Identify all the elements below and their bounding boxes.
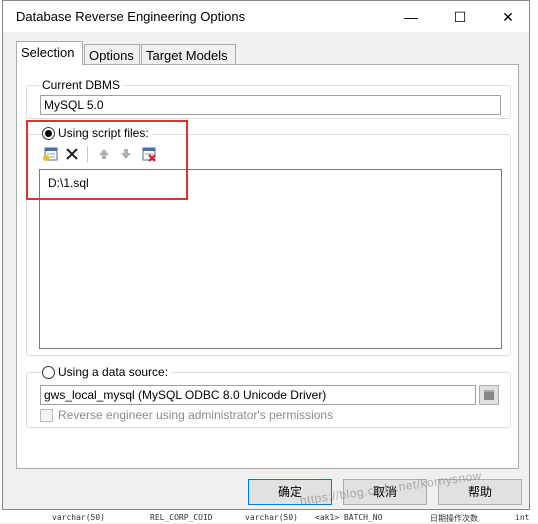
background-text: varchar(50) [245, 513, 298, 522]
data-source-field: gws_local_mysql (MySQL ODBC 8.0 Unicode … [40, 385, 476, 405]
background-text: REL_CORP_CUID [150, 513, 213, 522]
database-icon [484, 390, 494, 400]
title-bar: Database Reverse Engineering Options — ☐… [3, 1, 529, 32]
current-dbms-label: Current DBMS [39, 78, 124, 92]
background-text: 日期操作次数 [430, 514, 478, 523]
background-app-bottom: varchar(50) REL_CORP_CUID varchar(50) <a… [0, 510, 538, 523]
data-source-radio[interactable] [42, 366, 55, 379]
background-text: int [515, 513, 530, 522]
background-app-right [530, 0, 538, 523]
tab-target-models[interactable]: Target Models [141, 44, 236, 64]
minimize-button[interactable]: — [401, 7, 421, 27]
tab-selection[interactable]: Selection [16, 41, 83, 65]
close-button[interactable]: ✕ [498, 7, 518, 27]
background-text: varchar(50) [52, 513, 105, 522]
selection-panel: Current DBMS MySQL 5.0 Using script file… [16, 64, 519, 469]
current-dbms-field: MySQL 5.0 [40, 95, 501, 115]
admin-permissions-label: Reverse engineer using administrator's p… [58, 408, 334, 422]
admin-permissions-checkbox[interactable] [40, 409, 53, 422]
background-text: <ak1> BATCH_NO [315, 513, 383, 522]
data-source-label: Using a data source: [55, 365, 172, 379]
highlight-box [26, 120, 188, 200]
tab-options[interactable]: Options [84, 44, 140, 64]
reverse-engineering-dialog: Database Reverse Engineering Options — ☐… [2, 0, 530, 510]
maximize-button[interactable]: ☐ [450, 7, 470, 27]
select-data-source-button[interactable] [479, 385, 499, 405]
dialog-title: Database Reverse Engineering Options [16, 9, 246, 24]
